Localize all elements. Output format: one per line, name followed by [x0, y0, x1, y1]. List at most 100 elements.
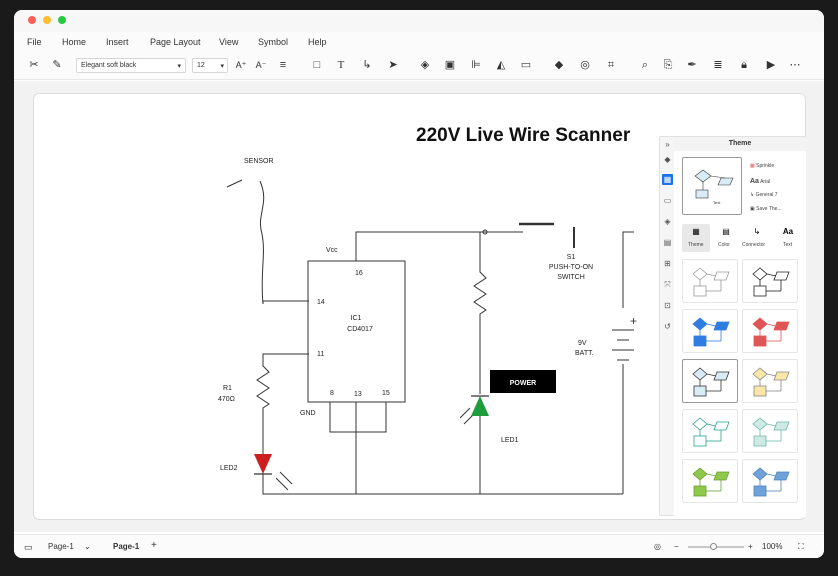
fullscreen-icon[interactable]: ⛶	[798, 542, 804, 552]
fill-color-icon[interactable]: ◆	[552, 58, 566, 72]
tile-rect	[693, 285, 707, 297]
wire-led2-ground	[262, 474, 356, 495]
theme-tile-graphic	[752, 367, 790, 397]
menu-home[interactable]: Home	[62, 37, 86, 47]
menu-help[interactable]: Help	[308, 37, 327, 47]
theme-icon[interactable]: ▦	[662, 174, 673, 185]
tab-text-label: Text	[783, 242, 793, 248]
led1-light-arrow	[459, 407, 471, 419]
tile-rect	[693, 385, 707, 397]
history-icon[interactable]: ↺	[662, 321, 673, 332]
text-tab-icon: Aa	[782, 227, 794, 236]
pin16-label: 16	[355, 270, 363, 277]
present-icon[interactable]: ⊡	[662, 300, 673, 311]
tile-parallelogram	[773, 421, 790, 431]
menu-page-layout[interactable]: Page Layout	[150, 37, 201, 47]
text-icon[interactable]: T	[334, 58, 348, 72]
sensor-label: SENSOR	[244, 158, 274, 165]
font-size-select[interactable]: 12 ▾	[192, 58, 228, 73]
align-left-icon[interactable]: ⊫	[469, 58, 483, 72]
decrease-font-icon[interactable]: A⁻	[254, 58, 268, 72]
lock-icon[interactable]: 🔒︎	[737, 58, 751, 72]
crop-icon[interactable]: ⌗	[604, 58, 618, 72]
page-icon[interactable]: ▤	[662, 237, 673, 248]
collapse-icon[interactable]: »	[662, 139, 673, 150]
flip-icon[interactable]: ◭	[494, 58, 508, 72]
image-icon[interactable]: ▭	[662, 195, 673, 206]
rectangle-icon[interactable]: □	[310, 58, 324, 72]
theme-tile[interactable]	[742, 259, 798, 303]
fit-icon[interactable]: ⤧	[662, 279, 673, 290]
theme-preview[interactable]: Text	[682, 157, 742, 215]
switch-label-2: SWITCH	[557, 274, 585, 281]
theme-tile[interactable]	[742, 409, 798, 453]
tile-rect	[753, 485, 767, 497]
tab-color[interactable]: ▤ Color	[712, 224, 740, 252]
led2-light-arrow	[275, 477, 289, 491]
close-window-button[interactable]	[28, 16, 36, 24]
focus-icon[interactable]: ◎	[654, 542, 661, 551]
format-painter-icon[interactable]: ✎	[50, 58, 64, 72]
menu-insert[interactable]: Insert	[106, 37, 129, 47]
minimize-window-button[interactable]	[43, 16, 51, 24]
tab-text[interactable]: Aa Text	[774, 224, 802, 252]
sprinkle-icon: ▦	[750, 163, 755, 169]
power-label: POWER	[510, 380, 536, 387]
line-style-icon[interactable]: ≣	[711, 58, 725, 72]
theme-tile[interactable]	[682, 259, 738, 303]
tab-theme[interactable]: ▦ Theme	[682, 224, 710, 252]
menu-symbol[interactable]: Symbol	[258, 37, 288, 47]
tile-rect	[753, 385, 767, 397]
tab-connector[interactable]: ↳ Connector	[740, 224, 774, 252]
page-panel-icon[interactable]: ▭	[24, 542, 33, 553]
battery-label: BATT.	[575, 350, 594, 357]
layers-icon[interactable]: ◈	[662, 216, 673, 227]
wire-vcc	[355, 231, 523, 261]
page-select[interactable]: Page-1	[48, 542, 74, 551]
theme-tile[interactable]	[682, 309, 738, 353]
increase-font-icon[interactable]: A⁺	[234, 58, 248, 72]
add-page-icon[interactable]: +	[151, 540, 157, 551]
pointer-icon[interactable]: ➤	[386, 58, 400, 72]
theme-tile[interactable]	[742, 459, 798, 503]
connector-icon[interactable]: ↳	[360, 58, 374, 72]
data-icon[interactable]: ⊞	[662, 258, 673, 269]
pen-icon[interactable]: ✒	[685, 58, 699, 72]
group-icon[interactable]: ▣	[443, 58, 457, 72]
theme-tile[interactable]	[682, 409, 738, 453]
zoom-in-icon[interactable]: +	[748, 542, 753, 551]
search-icon[interactable]: ⌕	[638, 58, 652, 72]
theme-tile[interactable]	[742, 359, 798, 403]
font-family-select[interactable]: Elegant soft black ▾	[76, 58, 186, 73]
zoom-out-icon[interactable]: −	[674, 542, 679, 551]
zoom-window-button[interactable]	[58, 16, 66, 24]
cut-icon[interactable]: ✂	[27, 58, 41, 72]
theme-option-save[interactable]: ▣ Save The...	[750, 206, 782, 212]
menu-view[interactable]: View	[219, 37, 238, 47]
zoom-slider-handle[interactable]	[710, 543, 717, 550]
more-icon[interactable]: ⋯	[788, 58, 802, 72]
size-icon[interactable]: ▭	[519, 58, 533, 72]
theme-option-connector[interactable]: ↳ General 7	[750, 192, 778, 198]
menu-bar: File Home Insert Page Layout View Symbol…	[14, 32, 824, 52]
fill-icon[interactable]: ◆	[662, 154, 673, 165]
theme-tile[interactable]	[682, 359, 738, 403]
present-icon[interactable]: ▶	[764, 58, 778, 72]
gnd-label: GND	[300, 410, 316, 417]
theme-tile-graphic	[692, 317, 730, 347]
theme-panel: » ◆ ▦ ▭ ◈ ▤ ⊞ ⤧ ⊡ ↺ Theme Text ▦ Sprinkl…	[659, 136, 806, 517]
line-color-icon[interactable]: ◎	[578, 58, 592, 72]
align-icon[interactable]: ≡	[276, 58, 290, 72]
zoom-slider[interactable]	[688, 543, 744, 550]
zoom-level[interactable]: 100%	[762, 542, 782, 551]
page-tab[interactable]: Page-1	[113, 542, 139, 551]
tile-diamond	[692, 267, 708, 281]
theme-option-font[interactable]: Aa Arial	[750, 178, 770, 185]
led1-label: LED1	[501, 437, 519, 444]
theme-tile[interactable]	[682, 459, 738, 503]
theme-tile[interactable]	[742, 309, 798, 353]
menu-file[interactable]: File	[27, 37, 42, 47]
layers-icon[interactable]: ◈	[418, 58, 432, 72]
find-replace-icon[interactable]: ⎘	[661, 58, 675, 72]
theme-option-sprinkle[interactable]: ▦ Sprinkle	[750, 163, 774, 169]
